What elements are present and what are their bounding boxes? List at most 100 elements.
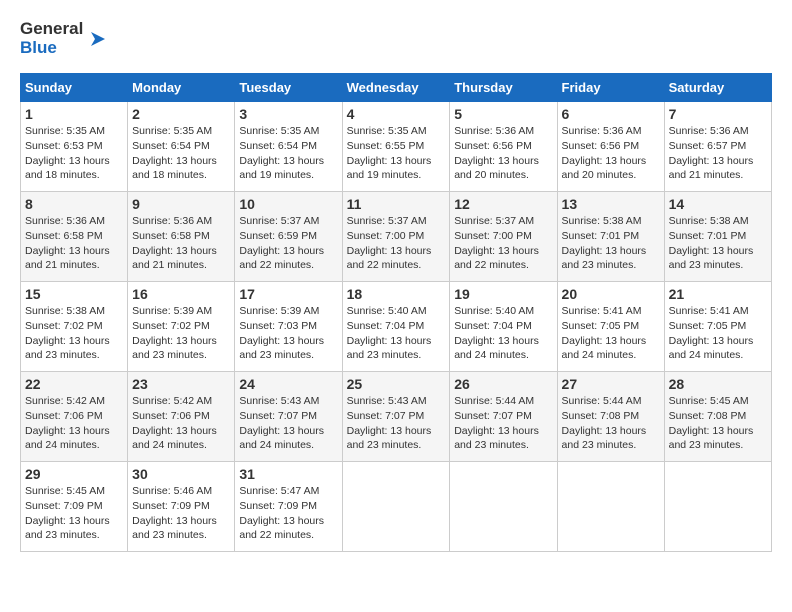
day-number: 29 [25,466,123,482]
day-info: Sunrise: 5:44 AMSunset: 7:07 PMDaylight:… [454,394,552,453]
day-number: 21 [669,286,767,302]
day-number: 9 [132,196,230,212]
day-info: Sunrise: 5:36 AMSunset: 6:57 PMDaylight:… [669,124,767,183]
day-number: 20 [562,286,660,302]
day-number: 30 [132,466,230,482]
day-number: 15 [25,286,123,302]
calendar-cell: 8 Sunrise: 5:36 AMSunset: 6:58 PMDayligh… [21,192,128,282]
day-number: 8 [25,196,123,212]
day-number: 13 [562,196,660,212]
day-info: Sunrise: 5:38 AMSunset: 7:01 PMDaylight:… [562,214,660,273]
calendar-cell [342,462,450,552]
day-info: Sunrise: 5:47 AMSunset: 7:09 PMDaylight:… [239,484,337,543]
calendar-cell: 14 Sunrise: 5:38 AMSunset: 7:01 PMDaylig… [664,192,771,282]
day-number: 26 [454,376,552,392]
day-number: 7 [669,106,767,122]
day-info: Sunrise: 5:35 AMSunset: 6:54 PMDaylight:… [239,124,337,183]
day-info: Sunrise: 5:36 AMSunset: 6:56 PMDaylight:… [562,124,660,183]
calendar-cell: 25 Sunrise: 5:43 AMSunset: 7:07 PMDaylig… [342,372,450,462]
day-number: 5 [454,106,552,122]
day-info: Sunrise: 5:43 AMSunset: 7:07 PMDaylight:… [239,394,337,453]
day-number: 12 [454,196,552,212]
logo: General Blue [20,20,109,57]
day-number: 24 [239,376,337,392]
day-info: Sunrise: 5:37 AMSunset: 7:00 PMDaylight:… [454,214,552,273]
calendar-cell: 30 Sunrise: 5:46 AMSunset: 7:09 PMDaylig… [128,462,235,552]
day-number: 19 [454,286,552,302]
day-info: Sunrise: 5:46 AMSunset: 7:09 PMDaylight:… [132,484,230,543]
calendar-cell [557,462,664,552]
week-row-5: 29 Sunrise: 5:45 AMSunset: 7:09 PMDaylig… [21,462,772,552]
week-row-3: 15 Sunrise: 5:38 AMSunset: 7:02 PMDaylig… [21,282,772,372]
calendar-cell [450,462,557,552]
calendar-cell: 18 Sunrise: 5:40 AMSunset: 7:04 PMDaylig… [342,282,450,372]
day-info: Sunrise: 5:42 AMSunset: 7:06 PMDaylight:… [25,394,123,453]
day-number: 11 [347,196,446,212]
calendar-cell: 19 Sunrise: 5:40 AMSunset: 7:04 PMDaylig… [450,282,557,372]
day-number: 31 [239,466,337,482]
calendar-cell: 15 Sunrise: 5:38 AMSunset: 7:02 PMDaylig… [21,282,128,372]
day-info: Sunrise: 5:39 AMSunset: 7:02 PMDaylight:… [132,304,230,363]
week-row-4: 22 Sunrise: 5:42 AMSunset: 7:06 PMDaylig… [21,372,772,462]
calendar-cell: 5 Sunrise: 5:36 AMSunset: 6:56 PMDayligh… [450,102,557,192]
calendar-cell: 10 Sunrise: 5:37 AMSunset: 6:59 PMDaylig… [235,192,342,282]
calendar-cell: 22 Sunrise: 5:42 AMSunset: 7:06 PMDaylig… [21,372,128,462]
day-info: Sunrise: 5:35 AMSunset: 6:53 PMDaylight:… [25,124,123,183]
calendar-cell: 1 Sunrise: 5:35 AMSunset: 6:53 PMDayligh… [21,102,128,192]
header-wednesday: Wednesday [342,74,450,102]
day-number: 16 [132,286,230,302]
header-saturday: Saturday [664,74,771,102]
day-number: 6 [562,106,660,122]
calendar-cell: 4 Sunrise: 5:35 AMSunset: 6:55 PMDayligh… [342,102,450,192]
calendar-cell: 6 Sunrise: 5:36 AMSunset: 6:56 PMDayligh… [557,102,664,192]
day-info: Sunrise: 5:39 AMSunset: 7:03 PMDaylight:… [239,304,337,363]
calendar-cell: 12 Sunrise: 5:37 AMSunset: 7:00 PMDaylig… [450,192,557,282]
header-friday: Friday [557,74,664,102]
day-number: 27 [562,376,660,392]
calendar-table: SundayMondayTuesdayWednesdayThursdayFrid… [20,73,772,552]
calendar-cell: 16 Sunrise: 5:39 AMSunset: 7:02 PMDaylig… [128,282,235,372]
day-number: 17 [239,286,337,302]
day-info: Sunrise: 5:45 AMSunset: 7:09 PMDaylight:… [25,484,123,543]
calendar-cell: 27 Sunrise: 5:44 AMSunset: 7:08 PMDaylig… [557,372,664,462]
calendar-cell: 17 Sunrise: 5:39 AMSunset: 7:03 PMDaylig… [235,282,342,372]
calendar-cell: 7 Sunrise: 5:36 AMSunset: 6:57 PMDayligh… [664,102,771,192]
day-number: 25 [347,376,446,392]
calendar-cell [664,462,771,552]
logo-arrow-icon [87,28,109,50]
day-info: Sunrise: 5:37 AMSunset: 6:59 PMDaylight:… [239,214,337,273]
calendar-cell: 23 Sunrise: 5:42 AMSunset: 7:06 PMDaylig… [128,372,235,462]
day-info: Sunrise: 5:45 AMSunset: 7:08 PMDaylight:… [669,394,767,453]
header-monday: Monday [128,74,235,102]
day-info: Sunrise: 5:42 AMSunset: 7:06 PMDaylight:… [132,394,230,453]
day-number: 2 [132,106,230,122]
calendar-header-row: SundayMondayTuesdayWednesdayThursdayFrid… [21,74,772,102]
header-thursday: Thursday [450,74,557,102]
calendar-cell: 9 Sunrise: 5:36 AMSunset: 6:58 PMDayligh… [128,192,235,282]
day-number: 1 [25,106,123,122]
calendar-cell: 21 Sunrise: 5:41 AMSunset: 7:05 PMDaylig… [664,282,771,372]
day-info: Sunrise: 5:35 AMSunset: 6:54 PMDaylight:… [132,124,230,183]
day-info: Sunrise: 5:40 AMSunset: 7:04 PMDaylight:… [347,304,446,363]
header-sunday: Sunday [21,74,128,102]
calendar-cell: 3 Sunrise: 5:35 AMSunset: 6:54 PMDayligh… [235,102,342,192]
week-row-2: 8 Sunrise: 5:36 AMSunset: 6:58 PMDayligh… [21,192,772,282]
calendar-cell: 2 Sunrise: 5:35 AMSunset: 6:54 PMDayligh… [128,102,235,192]
logo-general: General [20,20,83,39]
day-number: 14 [669,196,767,212]
day-number: 18 [347,286,446,302]
header-tuesday: Tuesday [235,74,342,102]
calendar-cell: 28 Sunrise: 5:45 AMSunset: 7:08 PMDaylig… [664,372,771,462]
day-info: Sunrise: 5:36 AMSunset: 6:58 PMDaylight:… [25,214,123,273]
day-info: Sunrise: 5:43 AMSunset: 7:07 PMDaylight:… [347,394,446,453]
calendar-cell: 26 Sunrise: 5:44 AMSunset: 7:07 PMDaylig… [450,372,557,462]
day-info: Sunrise: 5:36 AMSunset: 6:58 PMDaylight:… [132,214,230,273]
week-row-1: 1 Sunrise: 5:35 AMSunset: 6:53 PMDayligh… [21,102,772,192]
day-number: 23 [132,376,230,392]
calendar-cell: 13 Sunrise: 5:38 AMSunset: 7:01 PMDaylig… [557,192,664,282]
day-info: Sunrise: 5:41 AMSunset: 7:05 PMDaylight:… [669,304,767,363]
day-number: 4 [347,106,446,122]
day-info: Sunrise: 5:36 AMSunset: 6:56 PMDaylight:… [454,124,552,183]
page-header: General Blue [20,20,772,57]
day-number: 3 [239,106,337,122]
